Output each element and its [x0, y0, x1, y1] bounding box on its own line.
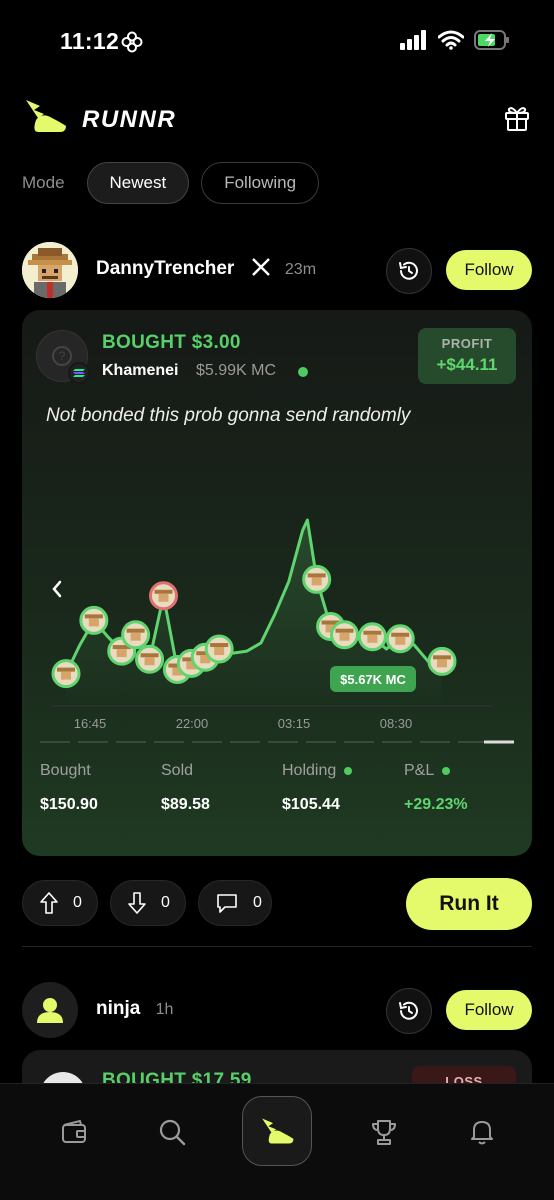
stat-pnl: P&L +29.23% — [404, 762, 468, 813]
buy-marker[interactable] — [427, 646, 457, 676]
buy-marker[interactable] — [302, 564, 332, 594]
post-divider — [22, 946, 532, 947]
comment-button[interactable]: 0 — [198, 880, 272, 926]
trade-history-button[interactable] — [386, 248, 432, 294]
post-time: 1h — [155, 1001, 174, 1018]
buy-marker[interactable] — [385, 624, 415, 654]
downvote-button[interactable]: 0 — [110, 880, 186, 926]
unknown-token-icon: ? — [52, 346, 72, 366]
stat-sold: Sold $89.58 — [161, 762, 210, 813]
gift-icon[interactable] — [504, 104, 530, 132]
wifi-icon — [438, 30, 464, 50]
follow-button[interactable]: Follow — [446, 990, 532, 1030]
arrow-down-icon — [128, 892, 146, 914]
mode-following-tab[interactable]: Following — [201, 162, 320, 204]
search-icon — [159, 1119, 186, 1146]
wallet-icon — [62, 1120, 86, 1143]
comment-icon — [217, 894, 237, 913]
buy-marker[interactable] — [51, 659, 81, 689]
app-brand: RUNNR — [82, 106, 177, 133]
token-name[interactable]: Khamenei — [102, 362, 178, 380]
trade-action: BOUGHT $3.00 — [102, 332, 241, 353]
upvote-button[interactable]: 0 — [22, 880, 98, 926]
svg-text:?: ? — [59, 349, 66, 363]
avatar[interactable] — [22, 982, 78, 1038]
runnr-logo-icon — [26, 100, 66, 132]
post-header: DannyTrencher 23m Follow — [22, 242, 532, 300]
username[interactable]: ninja 1h — [96, 998, 173, 1020]
live-dot — [442, 767, 451, 775]
buy-marker[interactable] — [121, 620, 151, 650]
username[interactable]: DannyTrencher 23m — [96, 258, 316, 280]
live-dot — [344, 767, 353, 775]
trade-history-button[interactable] — [386, 988, 432, 1034]
focus-mode-icon — [121, 31, 143, 53]
profit-label: PROFIT — [441, 336, 493, 351]
trophy-icon — [372, 1120, 396, 1145]
buy-marker[interactable] — [135, 644, 165, 674]
buy-marker[interactable] — [79, 605, 109, 635]
stat-bought: Bought $150.90 — [40, 762, 98, 813]
post-actions: 0 0 0 Run It — [22, 878, 532, 930]
cellular-signal-icon — [400, 30, 426, 50]
profit-value: +$44.11 — [436, 355, 498, 374]
nav-leaderboard[interactable] — [364, 1112, 404, 1152]
x-tick-label: 03:15 — [278, 716, 311, 731]
x-tick-label: 16:45 — [74, 716, 107, 731]
status-time: 11:12 — [60, 28, 120, 54]
nav-wallet[interactable] — [54, 1112, 94, 1152]
run-it-button[interactable]: Run It — [406, 878, 532, 930]
nav-notifications[interactable] — [462, 1112, 502, 1152]
nav-search[interactable] — [152, 1112, 192, 1152]
app-header: RUNNR — [22, 96, 532, 144]
battery-charging-icon — [474, 30, 509, 50]
buy-marker[interactable] — [204, 634, 234, 664]
solana-chain-icon — [68, 362, 90, 384]
live-indicator-dot — [298, 367, 308, 377]
current-mc-text: $5.67K MC — [340, 672, 406, 687]
current-mc-label: $5.67K MC — [330, 666, 416, 692]
mode-label: Mode — [22, 173, 65, 192]
sell-marker[interactable] — [148, 581, 178, 611]
history-icon — [399, 1001, 418, 1020]
mode-newest-tab[interactable]: Newest — [86, 162, 190, 204]
status-bar: 11:12 — [0, 0, 554, 80]
token-market-cap: $5.99K MC — [196, 362, 277, 379]
x-twitter-icon[interactable] — [251, 258, 270, 276]
buy-marker[interactable] — [357, 622, 387, 652]
history-icon — [399, 261, 418, 280]
arrow-up-icon — [40, 892, 58, 914]
mode-selector: Mode Newest Following — [22, 162, 331, 204]
post-header: ninja 1h Follow — [22, 982, 532, 1040]
x-tick-label: 08:30 — [380, 716, 413, 731]
bottom-nav — [0, 1083, 554, 1200]
buy-marker[interactable] — [330, 620, 360, 650]
stat-holding: Holding $105.44 — [282, 762, 353, 814]
price-chart[interactable]: 16:45 22:00 03:15 08:30 $5.67K MC — [22, 440, 532, 752]
post-caption: Not bonded this prob gonna send randomly — [46, 405, 411, 426]
chevron-left-icon — [52, 580, 62, 598]
follow-button[interactable]: Follow — [446, 250, 532, 290]
post-time: 23m — [284, 261, 317, 278]
runnr-icon — [262, 1118, 294, 1144]
avatar[interactable] — [22, 242, 78, 298]
trade-card[interactable]: ? BOUGHT $3.00 Khamenei $5.99K MC PROFIT… — [22, 310, 532, 856]
user-icon — [37, 998, 63, 1023]
nav-runnr[interactable] — [242, 1096, 312, 1166]
bell-icon — [471, 1121, 493, 1145]
chart-back-button[interactable] — [52, 580, 62, 598]
x-tick-label: 22:00 — [176, 716, 209, 731]
profit-badge: PROFIT +$44.11 — [418, 328, 516, 384]
